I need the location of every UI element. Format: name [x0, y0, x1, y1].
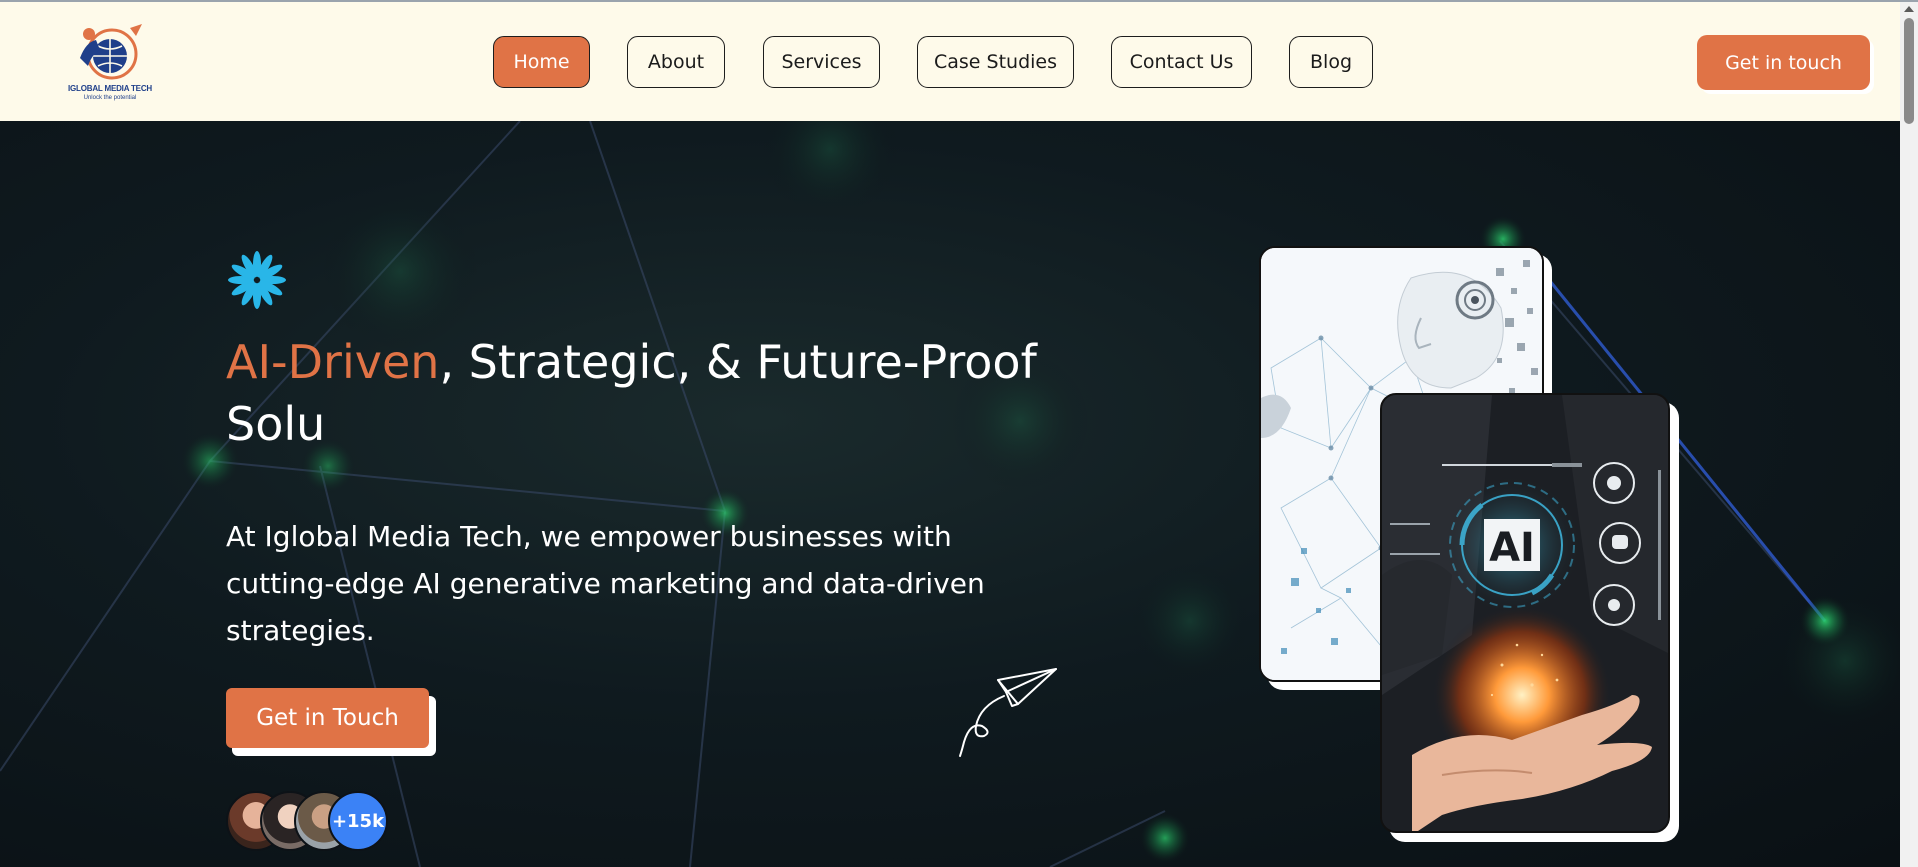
- ai-hand-illustration: AI: [1382, 395, 1668, 831]
- hero-section: AI-Driven, Strategic, & Future-Proof Sol…: [0, 121, 1900, 867]
- headline-accent: AI-Driven: [226, 335, 440, 389]
- nav-home[interactable]: Home: [493, 36, 590, 88]
- ai-hand-image-card: AI: [1380, 393, 1670, 833]
- site-header: IGLOBAL MEDIA TECH Unlock the potential …: [0, 2, 1900, 121]
- nav-about[interactable]: About: [627, 36, 725, 88]
- hero-description: At Iglobal Media Tech, we empower busine…: [226, 520, 985, 647]
- nav-services[interactable]: Services: [763, 36, 880, 88]
- scroll-up-arrow-icon[interactable]: [1904, 6, 1914, 12]
- logo-globe-icon: [80, 24, 142, 80]
- hero-headline: AI-Driven, Strategic, & Future-Proof Sol…: [226, 331, 1046, 455]
- customer-count-badge: +15k: [328, 791, 388, 851]
- get-in-touch-header-button[interactable]: Get in touch: [1697, 35, 1870, 90]
- ai-badge: AI: [1489, 525, 1535, 571]
- paper-plane-icon: [959, 668, 1057, 757]
- brand-name: IGLOBAL MEDIA TECH: [68, 84, 152, 93]
- get-in-touch-hero-button[interactable]: Get in Touch: [226, 688, 429, 748]
- page-scrollbar[interactable]: [1900, 2, 1918, 867]
- customer-avatars: +15k: [226, 791, 396, 853]
- brand-tagline: Unlock the potential: [83, 95, 137, 101]
- nav-case-studies[interactable]: Case Studies: [917, 36, 1074, 88]
- nav-blog[interactable]: Blog: [1289, 36, 1373, 88]
- sparkle-icon: [228, 251, 286, 309]
- scrollbar-thumb[interactable]: [1904, 18, 1914, 124]
- nav-contact-us[interactable]: Contact Us: [1111, 36, 1252, 88]
- brand-logo[interactable]: IGLOBAL MEDIA TECH Unlock the potential: [48, 18, 172, 106]
